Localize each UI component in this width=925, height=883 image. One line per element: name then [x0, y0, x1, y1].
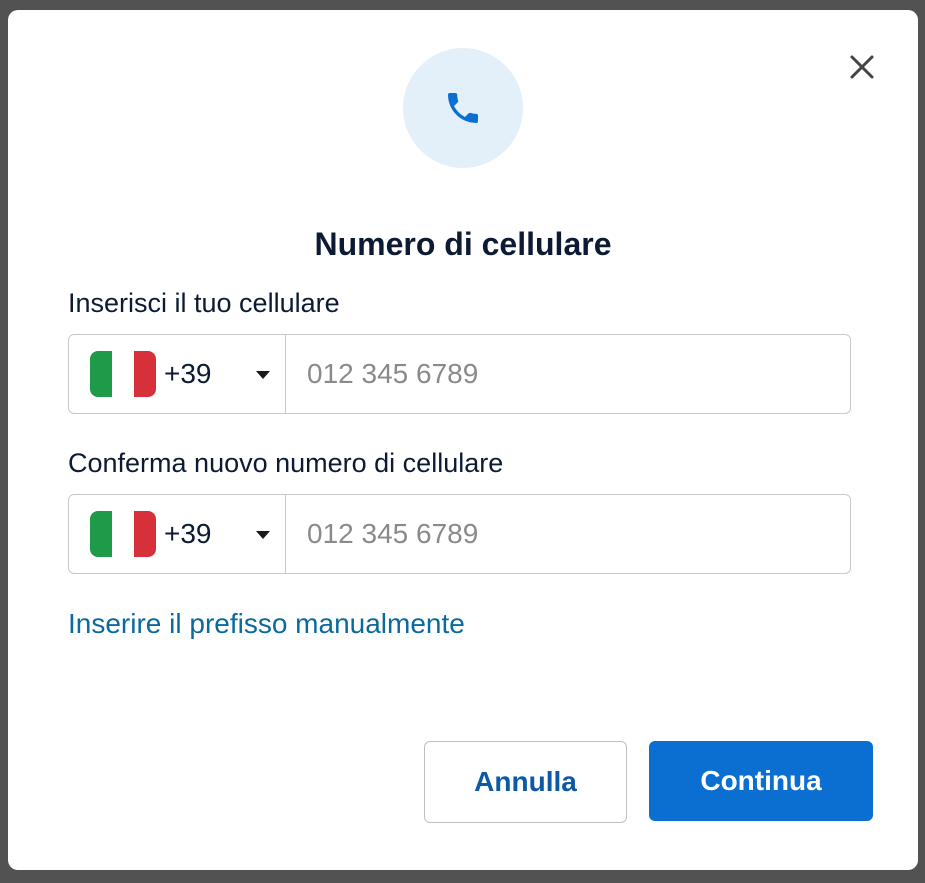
hero-icon-circle: [403, 48, 523, 168]
continue-button[interactable]: Continua: [649, 741, 873, 821]
confirm-country-code-select[interactable]: +39: [69, 495, 286, 573]
phone-number-dialog: Numero di cellulare Inserisci il tuo cel…: [8, 10, 918, 870]
dialog-title: Numero di cellulare: [314, 226, 612, 262]
confirm-field-label: Conferma nuovo numero di cellulare: [68, 448, 504, 478]
country-code-value: +39: [164, 358, 212, 389]
confirm-input-group: +39: [68, 494, 851, 574]
italy-flag-icon: [90, 511, 156, 557]
cancel-button[interactable]: Annulla: [424, 741, 627, 823]
confirm-phone-number-input[interactable]: [286, 495, 850, 573]
phone-number-input[interactable]: [286, 335, 850, 413]
confirm-country-code-value: +39: [164, 518, 212, 549]
close-icon: [850, 55, 874, 79]
close-button[interactable]: [846, 51, 878, 83]
chevron-down-icon: [256, 371, 270, 379]
chevron-down-icon: [256, 531, 270, 539]
phone-input-group: +39: [68, 334, 851, 414]
country-code-select[interactable]: +39: [69, 335, 286, 413]
manual-prefix-link[interactable]: Inserire il prefisso manualmente: [68, 608, 465, 640]
phone-icon: [448, 93, 478, 123]
phone-field-label: Inserisci il tuo cellulare: [68, 288, 340, 318]
italy-flag-icon: [90, 351, 156, 397]
